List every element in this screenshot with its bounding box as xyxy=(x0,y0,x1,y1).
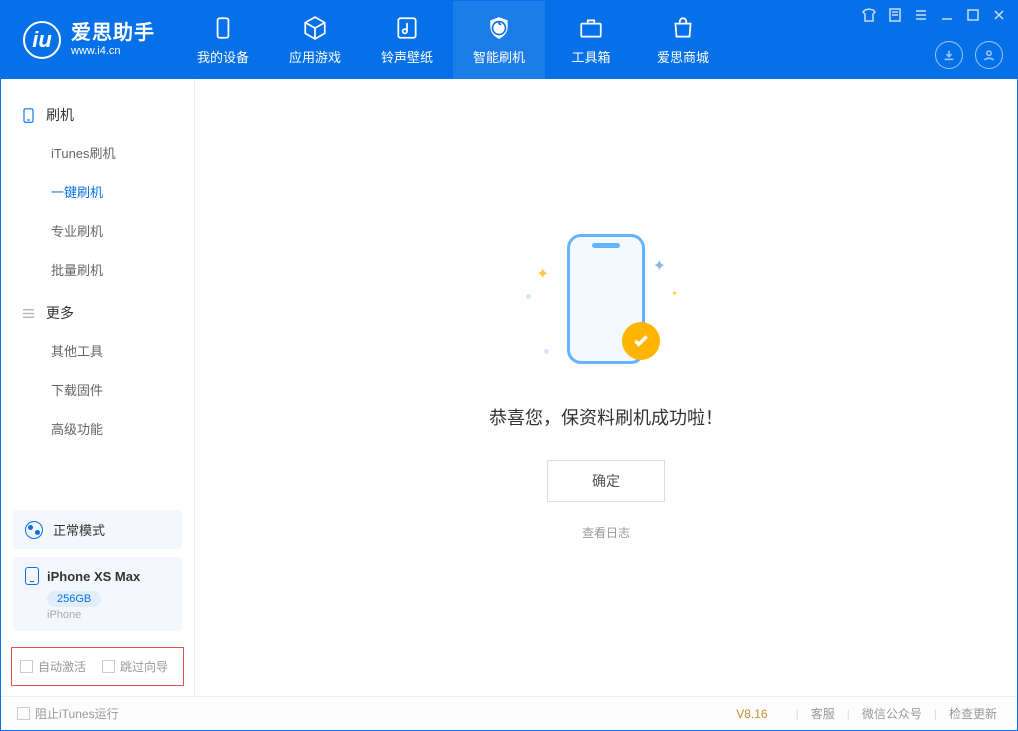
dot-icon xyxy=(544,349,549,354)
bag-icon xyxy=(670,15,696,41)
close-icon[interactable] xyxy=(991,7,1007,23)
list-icon xyxy=(21,306,36,321)
nav-label: 爱思商城 xyxy=(657,47,709,66)
app-window: iu 爱思助手 www.i4.cn 我的设备 应用游戏 铃声壁纸 智能刷机 xyxy=(0,0,1018,731)
briefcase-icon xyxy=(578,15,604,41)
sparkle-icon: ✦ xyxy=(653,256,666,276)
dot-icon xyxy=(526,294,531,299)
sidebar: 刷机 iTunes刷机 一键刷机 专业刷机 批量刷机 更多 其他工具 下载固件 … xyxy=(1,79,195,696)
checkbox-label: 阻止iTunes运行 xyxy=(35,705,119,722)
footer-link-wechat[interactable]: 微信公众号 xyxy=(858,705,926,722)
sidebar-item-onekey-flash[interactable]: 一键刷机 xyxy=(1,172,194,211)
nav-store[interactable]: 爱思商城 xyxy=(637,1,729,79)
top-nav: 我的设备 应用游戏 铃声壁纸 智能刷机 工具箱 爱思商城 xyxy=(177,1,729,79)
device-icon xyxy=(210,15,236,41)
device-name: iPhone XS Max xyxy=(47,569,140,584)
checkbox-icon xyxy=(17,707,30,720)
checkmark-badge-icon xyxy=(622,322,660,360)
sidebar-item-download-firmware[interactable]: 下载固件 xyxy=(1,370,194,409)
checkbox-block-itunes[interactable]: 阻止iTunes运行 xyxy=(17,705,119,722)
logo-text: 爱思助手 www.i4.cn xyxy=(71,21,155,58)
nav-toolbox[interactable]: 工具箱 xyxy=(545,1,637,79)
view-log-link[interactable]: 查看日志 xyxy=(582,524,630,541)
nav-label: 智能刷机 xyxy=(473,47,525,66)
nav-label: 工具箱 xyxy=(571,47,610,66)
profile-button[interactable] xyxy=(975,41,1003,69)
header: iu 爱思助手 www.i4.cn 我的设备 应用游戏 铃声壁纸 智能刷机 xyxy=(1,1,1017,79)
checkbox-label: 跳过向导 xyxy=(120,658,168,675)
checkbox-auto-activate[interactable]: 自动激活 xyxy=(20,658,86,675)
music-icon xyxy=(394,15,420,41)
download-button[interactable] xyxy=(935,41,963,69)
divider: | xyxy=(847,707,850,721)
checkbox-icon xyxy=(102,660,115,673)
footer-link-support[interactable]: 客服 xyxy=(807,705,839,722)
phone-icon xyxy=(25,567,39,585)
main-content: ✦ ✦ ✦ 恭喜您，保资料刷机成功啦！ 确定 查看日志 xyxy=(195,79,1017,696)
phone-icon xyxy=(21,108,36,123)
minimize-icon[interactable] xyxy=(939,7,955,23)
nav-label: 铃声壁纸 xyxy=(381,47,433,66)
sidebar-head-label: 刷机 xyxy=(46,105,74,125)
device-type: iPhone xyxy=(47,609,170,621)
divider: | xyxy=(796,707,799,721)
logo: iu 爱思助手 www.i4.cn xyxy=(1,1,173,79)
sidebar-item-itunes-flash[interactable]: iTunes刷机 xyxy=(1,133,194,172)
sidebar-spacer xyxy=(1,454,194,502)
ok-button[interactable]: 确定 xyxy=(547,460,665,502)
nav-label: 应用游戏 xyxy=(289,47,341,66)
sidebar-head-more: 更多 xyxy=(1,295,194,331)
mode-indicator[interactable]: 正常模式 xyxy=(13,510,182,549)
checkbox-icon xyxy=(20,660,33,673)
device-card[interactable]: iPhone XS Max 256GB iPhone xyxy=(13,557,182,631)
logo-icon: iu xyxy=(23,21,61,59)
success-message: 恭喜您，保资料刷机成功啦！ xyxy=(489,404,723,430)
version-label: V8.16 xyxy=(736,707,767,721)
options-highlight-box: 自动激活 跳过向导 xyxy=(11,647,184,686)
divider: | xyxy=(934,707,937,721)
body: 刷机 iTunes刷机 一键刷机 专业刷机 批量刷机 更多 其他工具 下载固件 … xyxy=(1,79,1017,696)
checkbox-skip-guide[interactable]: 跳过向导 xyxy=(102,658,168,675)
app-title: 爱思助手 xyxy=(71,21,155,45)
sparkle-icon: ✦ xyxy=(536,264,549,284)
sparkle-icon: ✦ xyxy=(671,289,678,298)
shield-icon xyxy=(486,15,512,41)
sidebar-item-batch-flash[interactable]: 批量刷机 xyxy=(1,250,194,289)
sidebar-group-flash: 刷机 iTunes刷机 一键刷机 专业刷机 批量刷机 xyxy=(1,97,194,295)
success-illustration: ✦ ✦ ✦ xyxy=(516,234,696,374)
sidebar-item-advanced[interactable]: 高级功能 xyxy=(1,409,194,448)
mode-label: 正常模式 xyxy=(53,520,105,539)
cube-icon xyxy=(302,15,328,41)
note-icon[interactable] xyxy=(887,7,903,23)
nav-apps-games[interactable]: 应用游戏 xyxy=(269,1,361,79)
footer: 阻止iTunes运行 V8.16 | 客服 | 微信公众号 | 检查更新 xyxy=(1,696,1017,730)
nav-smart-flash[interactable]: 智能刷机 xyxy=(453,1,545,79)
sidebar-head-label: 更多 xyxy=(46,303,74,323)
menu-icon[interactable] xyxy=(913,7,929,23)
shirt-icon[interactable] xyxy=(861,7,877,23)
checkbox-label: 自动激活 xyxy=(38,658,86,675)
nav-my-device[interactable]: 我的设备 xyxy=(177,1,269,79)
sidebar-item-other-tools[interactable]: 其他工具 xyxy=(1,331,194,370)
footer-link-update[interactable]: 检查更新 xyxy=(945,705,1001,722)
app-subtitle: www.i4.cn xyxy=(71,45,155,58)
sidebar-head-flash: 刷机 xyxy=(1,97,194,133)
mode-icon xyxy=(25,521,43,539)
sidebar-group-more: 更多 其他工具 下载固件 高级功能 xyxy=(1,295,194,454)
titlebar-controls xyxy=(861,7,1007,23)
nav-label: 我的设备 xyxy=(197,47,249,66)
nav-ringtones[interactable]: 铃声壁纸 xyxy=(361,1,453,79)
sidebar-item-pro-flash[interactable]: 专业刷机 xyxy=(1,211,194,250)
maximize-icon[interactable] xyxy=(965,7,981,23)
device-row: iPhone XS Max xyxy=(25,567,170,585)
header-circle-buttons xyxy=(935,41,1003,69)
capacity-badge: 256GB xyxy=(47,591,101,607)
